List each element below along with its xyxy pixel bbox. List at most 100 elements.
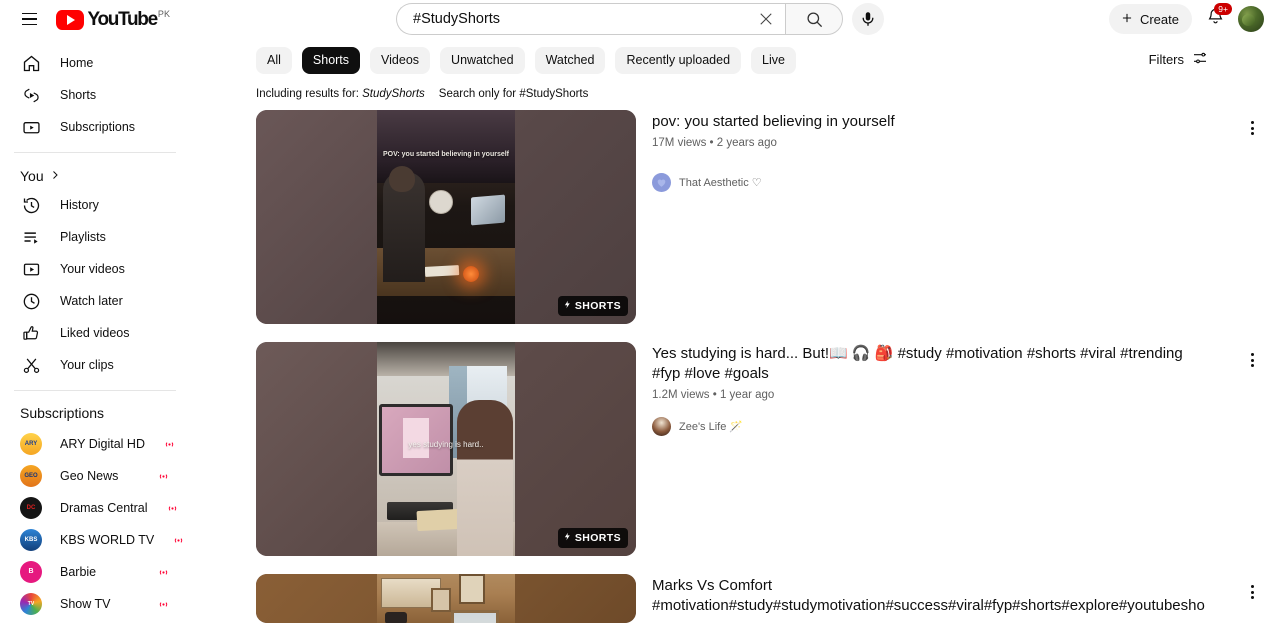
search-box[interactable] <box>396 3 785 35</box>
sidebar-item-label: Liked videos <box>60 326 130 340</box>
chip-live[interactable]: Live <box>751 46 796 74</box>
sidebar-item-label: Your clips <box>60 358 114 372</box>
tune-icon <box>1192 50 1208 69</box>
microphone-icon[interactable] <box>852 3 884 35</box>
video-title[interactable]: Marks Vs Comfort #motivation#study#study… <box>652 576 1212 616</box>
channel-avatar: TV <box>20 593 42 615</box>
correction-term: StudyShorts <box>362 88 425 100</box>
chip-unwatched[interactable]: Unwatched <box>440 46 525 74</box>
create-button[interactable]: Create <box>1108 4 1192 34</box>
sidebar-you-header[interactable]: You <box>0 163 190 190</box>
sidebar-item-label: Show TV <box>60 597 111 611</box>
chip-recently-uploaded[interactable]: Recently uploaded <box>615 46 742 74</box>
sidebar-item-label: Dramas Central <box>60 501 148 515</box>
sidebar-divider <box>14 152 176 153</box>
stats-separator: • <box>709 137 714 149</box>
live-indicator-icon <box>157 470 170 483</box>
video-title[interactable]: Yes studying is hard... But!📖 🎧 🎒 #study… <box>652 344 1212 384</box>
sidebar-item-playlists[interactable]: Playlists <box>6 222 184 252</box>
video-stats: 17M views • 2 years ago <box>652 135 1212 151</box>
sidebar-subscription-ary-digital-hd[interactable]: ARY ARY Digital HD <box>6 429 184 459</box>
history-icon <box>20 194 42 216</box>
more-vertical-icon[interactable] <box>1236 576 1268 608</box>
video-thumbnail[interactable] <box>256 574 636 623</box>
shorts-badge-label: SHORTS <box>574 300 621 312</box>
sidebar-subscription-barbie[interactable]: B Barbie <box>6 557 184 587</box>
close-icon[interactable] <box>749 4 783 34</box>
thumbs-up-icon <box>20 322 42 344</box>
youtube-logo[interactable]: YouTube PK <box>56 9 170 30</box>
sidebar-divider-2 <box>14 390 176 391</box>
sidebar-subscription-geo-news[interactable]: GEO Geo News <box>6 461 184 491</box>
channel-avatar <box>652 417 671 436</box>
sidebar-item-label: ARY Digital HD <box>60 437 145 451</box>
chevron-right-icon <box>49 168 61 184</box>
channel-row[interactable]: That Aesthetic ♡ <box>652 173 1212 192</box>
home-icon <box>20 52 42 74</box>
thumbnail-scene: yes studying is hard.. <box>377 342 515 556</box>
search-result-item: Marks Vs Comfort #motivation#study#study… <box>256 574 1280 623</box>
live-indicator-icon <box>172 534 185 547</box>
sidebar-item-label: Barbie <box>60 565 97 579</box>
sidebar-subscriptions-header: Subscriptions <box>20 405 105 421</box>
channel-row[interactable]: Zee's Life 🪄 <box>652 417 1212 436</box>
chip-videos[interactable]: Videos <box>370 46 431 74</box>
search-bar <box>396 3 843 35</box>
sidebar-item-label: KBS WORLD TV <box>60 533 155 547</box>
search-icon[interactable] <box>785 3 843 35</box>
video-meta: Yes studying is hard... But!📖 🎧 🎒 #study… <box>652 342 1212 556</box>
video-title[interactable]: pov: you started believing in yourself <box>652 112 1212 132</box>
search-result-item: yes studying is hard.. SHORTS Yes studyi… <box>256 342 1280 556</box>
chip-shorts[interactable]: Shorts <box>301 46 361 74</box>
sidebar-item-label: Geo News <box>60 469 119 483</box>
video-stats: 1.2M views • 1 year ago <box>652 387 1212 403</box>
video-thumbnail[interactable]: yes studying is hard.. SHORTS <box>256 342 636 556</box>
sidebar-subscription-kbs-world-tv[interactable]: KBS KBS WORLD TV <box>6 525 184 555</box>
sidebar-item-home[interactable]: Home <box>6 48 184 78</box>
sidebar-item-label: Shorts <box>60 88 97 102</box>
channel-avatar: DC <box>20 497 42 519</box>
sidebar-item-your-videos[interactable]: Your videos <box>6 254 184 284</box>
channel-avatar: KBS <box>20 529 42 551</box>
more-vertical-icon[interactable] <box>1236 112 1268 144</box>
plus-icon <box>1120 11 1134 28</box>
filters-button[interactable]: Filters <box>1149 50 1208 69</box>
subscriptions-icon <box>20 116 42 138</box>
sidebar-subscription-dramas-central[interactable]: DC Dramas Central <box>6 493 184 523</box>
sidebar-item-subscriptions[interactable]: Subscriptions <box>6 112 184 142</box>
video-meta: Marks Vs Comfort #motivation#study#study… <box>652 574 1212 623</box>
sidebar-item-shorts[interactable]: Shorts <box>6 80 184 110</box>
masthead: YouTube PK #StudyShorts Create 9+ <box>0 0 1280 38</box>
video-thumbnail[interactable]: POV: you started believing in yourself S… <box>256 110 636 324</box>
sidebar-subscription-show-tv[interactable]: TV Show TV <box>6 589 184 619</box>
avatar[interactable] <box>1238 6 1264 32</box>
more-vertical-icon[interactable] <box>1236 344 1268 376</box>
sidebar-item-your-clips[interactable]: Your clips <box>6 350 184 380</box>
chip-all[interactable]: All <box>256 46 292 74</box>
shorts-badge: SHORTS <box>557 296 628 316</box>
sidebar-item-label: Home <box>60 56 94 70</box>
notifications-button[interactable]: 9+ <box>1199 3 1232 35</box>
channel-name: That Aesthetic ♡ <box>679 176 762 189</box>
search-only-for-link[interactable]: Search only for #StudyShorts <box>439 88 589 100</box>
search-result-item: POV: you started believing in yourself S… <box>256 110 1280 324</box>
search-correction-row: Including results for: StudyShorts Searc… <box>190 82 1280 110</box>
live-indicator-icon <box>163 438 176 451</box>
sidebar-item-watch-later[interactable]: Watch later <box>6 286 184 316</box>
sidebar-item-history[interactable]: History <box>6 190 184 220</box>
thumbnail-scene: POV: you started believing in yourself <box>377 110 515 324</box>
channel-avatar: B <box>20 561 42 583</box>
live-indicator-icon <box>157 598 170 611</box>
search-input[interactable] <box>413 11 749 27</box>
live-indicator-icon <box>157 566 170 579</box>
video-age: 2 years ago <box>716 137 777 149</box>
thumbnail-overlay-text: yes studying is hard.. <box>408 440 484 449</box>
your-videos-icon <box>20 258 42 280</box>
hamburger-icon[interactable] <box>16 6 42 32</box>
masthead-left: YouTube PK <box>0 6 225 32</box>
sidebar-item-label: Watch later <box>60 294 123 308</box>
chip-watched[interactable]: Watched <box>534 46 606 74</box>
shorts-bolt-icon <box>563 531 572 545</box>
sidebar-item-liked-videos[interactable]: Liked videos <box>6 318 184 348</box>
video-views: 1.2M views <box>652 389 710 401</box>
